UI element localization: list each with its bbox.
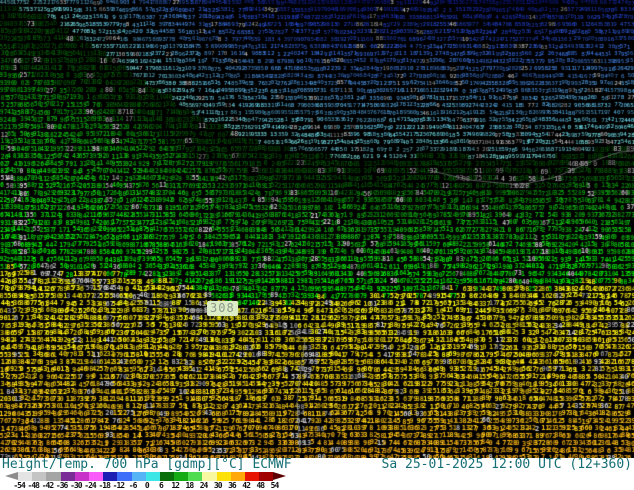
colorbar-tick-label: -18 [98, 481, 110, 490]
height-contour-label: 308 [207, 301, 238, 316]
colorbar-segment [174, 472, 189, 481]
colorbar-segment [188, 472, 203, 481]
colorbar-tick-label: 42 [242, 481, 251, 490]
colorbar-segment [117, 472, 132, 481]
colorbar-segment [88, 472, 104, 481]
colorbar-tick-label: 6 [159, 481, 164, 490]
colorbar-segment [230, 472, 245, 481]
weather-map-app: 308 Height/Temp. 700 hPa [gdmp][°C] ECMW… [0, 0, 634, 490]
colorbar-segment [259, 472, 274, 481]
colorbar-tick-label: 12 [171, 481, 180, 490]
colorbar-segment [216, 472, 231, 481]
colorbar-segment [74, 472, 89, 481]
status-bar: Height/Temp. 700 hPa [gdmp][°C] ECMWF Sa… [0, 458, 634, 490]
colorbar-tick-label: -54 [13, 481, 25, 490]
colorbar-tick-label: 30 [213, 481, 223, 490]
colorbar-tick-label: 0 [144, 481, 150, 490]
colorbar-tick-label: 36 [228, 481, 237, 490]
temperature-field-canvas [0, 0, 634, 458]
map-title: Height/Temp. 700 hPa [gdmp][°C] ECMWF [2, 457, 292, 472]
colorbar-arrow-right-icon [273, 472, 287, 480]
colorbar-segment [46, 472, 61, 481]
colorbar-segment [32, 472, 47, 481]
temperature-colorbar [5, 472, 287, 481]
colorbar-segment [202, 472, 217, 481]
colorbar-arrow-left-icon [5, 472, 18, 480]
colorbar-segment [18, 472, 33, 481]
colorbar-segment [60, 472, 75, 481]
colorbar-tick-label: 54 [270, 481, 280, 490]
colorbar-segment [145, 472, 160, 481]
colorbar-tick-label: 48 [256, 481, 265, 490]
colorbar-tick-label: -24 [84, 481, 96, 490]
colorbar-segment [245, 472, 260, 481]
colorbar-segment [131, 472, 146, 481]
colorbar-tick-label: -42 [41, 481, 54, 490]
colorbar-tick-label: -12 [112, 481, 125, 490]
colorbar-tick-label: -36 [55, 481, 68, 490]
colorbar-tick-labels: -54 -48 -42 -36 -30 -24 -18 -12 -6 0 6 12 18 24 30 36 42… [12, 481, 282, 490]
colorbar-tick-label: -30 [70, 481, 82, 490]
colorbar-tick-label: 24 [199, 481, 209, 490]
map-area: 308 [0, 0, 634, 458]
colorbar-tick-label: 18 [185, 481, 195, 490]
map-datetime: Sa 25-01-2025 12:00 UTC (12+360) [381, 457, 632, 472]
colorbar-segment [103, 472, 118, 481]
colorbar-segment [159, 472, 175, 481]
colorbar-tick-label: -48 [27, 481, 40, 490]
colorbar-tick-label: -6 [128, 481, 138, 490]
